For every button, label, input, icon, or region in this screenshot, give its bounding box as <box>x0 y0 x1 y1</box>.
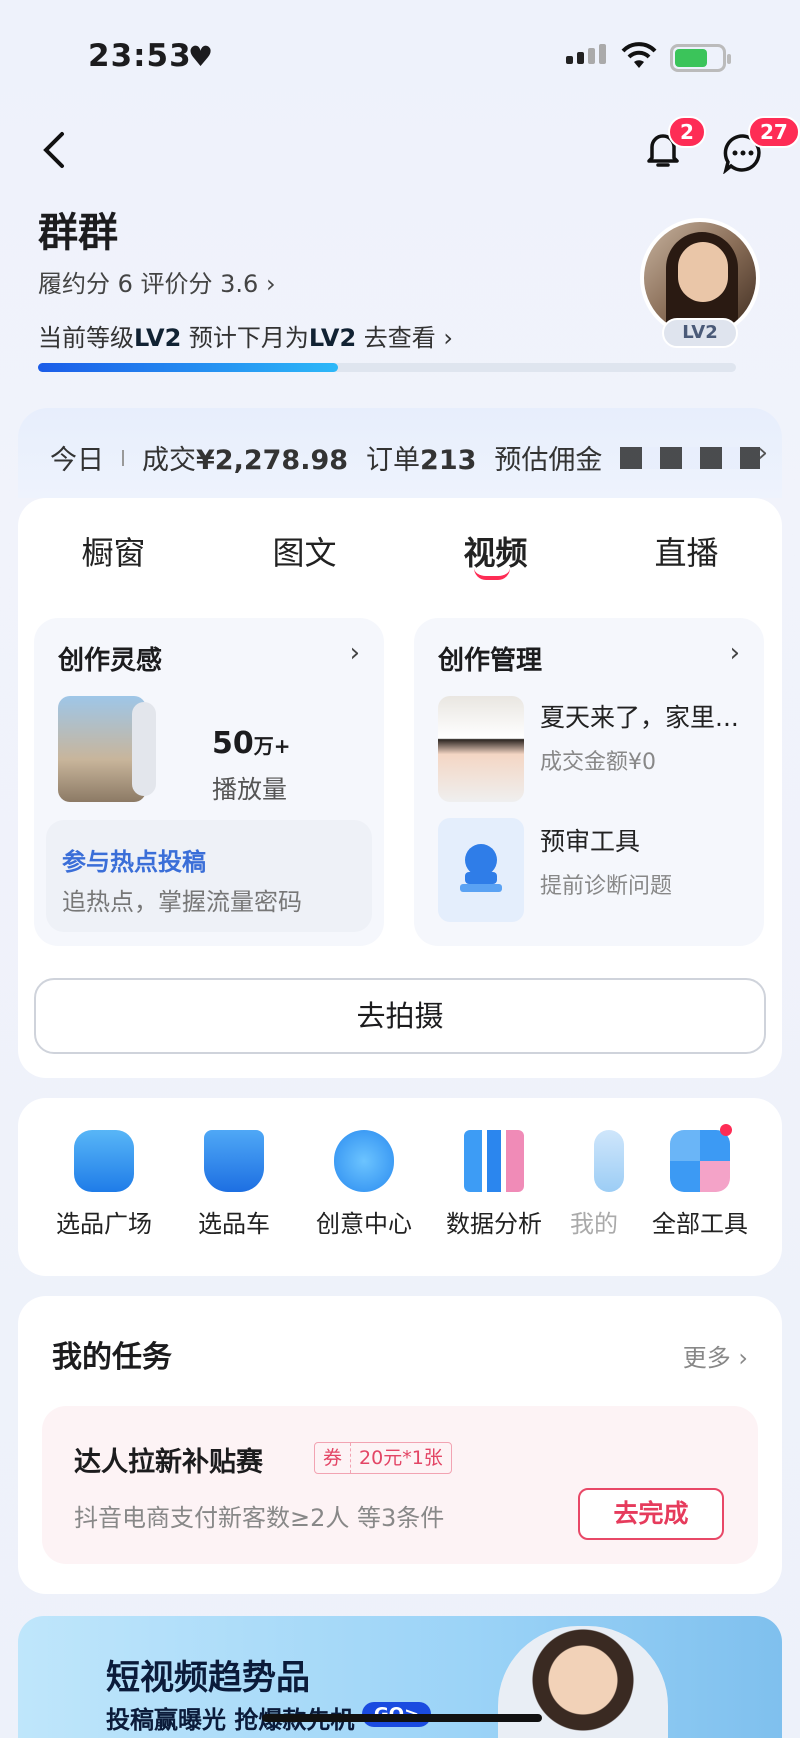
review-tool-desc: 提前诊断问题 <box>540 874 673 899</box>
clock: 23:53 <box>88 38 192 74</box>
video-title: 夏天来了，家里... <box>540 703 739 732</box>
tool-product-square[interactable]: 选品广场 <box>44 1130 164 1239</box>
tasks-title: 我的任务 <box>52 1340 172 1375</box>
review-tool-tile <box>438 818 524 922</box>
content-card: 橱窗 图文 视频 直播 创作灵感 › 50万+ 播放量 参与热点投稿 追热点，掌… <box>18 498 782 1078</box>
level-view-link: 去查看 › <box>356 324 454 352</box>
home-indicator <box>262 1714 542 1722</box>
grid-icon <box>670 1130 730 1192</box>
thumbnail-stack <box>132 702 156 796</box>
stamp-icon <box>460 844 502 892</box>
task-title: 达人拉新补贴赛 <box>74 1447 263 1478</box>
level-progress-fill <box>38 363 339 372</box>
stats-commission-label: 预估佣金 <box>494 445 603 476</box>
profile-name: 群群 <box>38 210 118 256</box>
battery-icon <box>670 44 731 72</box>
profile-scores-link[interactable]: 履约分 6 评价分 3.6 › <box>38 264 276 299</box>
bar-chart-icon <box>464 1130 524 1192</box>
plays-label: 播放量 <box>212 775 288 804</box>
heart-icon: ♥ <box>188 40 214 73</box>
coupon-tag: 券 20元*1张 <box>314 1442 452 1474</box>
chevron-right-icon: › <box>349 638 360 668</box>
notification-badge: 2 <box>668 116 706 148</box>
today-stats-bar[interactable]: 今日 成交¥2,278.98 订单213 预估佣金 › <box>18 408 782 498</box>
stats-orders: 订单213 <box>366 445 477 476</box>
redacted-value <box>620 446 761 469</box>
tool-creative-center[interactable]: 创意中心 <box>304 1130 424 1239</box>
avatar-level-badge: LV2 <box>662 318 738 348</box>
new-indicator-dot <box>720 1124 732 1136</box>
tab-image-text[interactable]: 图文 <box>209 528 400 574</box>
inspiration-title: 创作灵感 <box>58 646 163 676</box>
level-mid: 预计下月为 <box>181 324 309 352</box>
tools-row: 选品广场 选品车 创意中心 数据分析 我的 全部工具 <box>18 1098 782 1276</box>
cart-icon <box>204 1130 264 1192</box>
review-tool-title: 预审工具 <box>540 827 641 856</box>
video-sales: 成交金额¥0 <box>540 750 656 775</box>
tab-showcase[interactable]: 橱窗 <box>18 528 209 574</box>
shopping-bag-icon <box>74 1130 134 1192</box>
level-link[interactable]: 当前等级LV2 预计下月为LV2 去查看 › <box>38 318 453 353</box>
stats-today-label: 今日 <box>50 445 104 476</box>
level-prefix: 当前等级 <box>38 324 134 352</box>
tasks-more-link[interactable]: 更多 › <box>683 1338 748 1373</box>
task-item[interactable]: 达人拉新补贴赛 券 20元*1张 抖音电商支付新客数≥2人 等3条件 去完成 <box>42 1406 758 1564</box>
cellular-signal-icon <box>566 44 606 64</box>
banner-headline: 短视频趋势品 <box>106 1658 310 1698</box>
creation-tabs: 橱窗 图文 视频 直播 <box>18 528 782 574</box>
hot-topic-desc: 追热点，掌握流量密码 <box>62 888 302 916</box>
chevron-left-icon <box>43 132 64 168</box>
lightbulb-icon <box>334 1130 394 1192</box>
status-bar: 23:53 ♥ <box>0 0 800 115</box>
chevron-right-icon: › <box>757 438 768 468</box>
document-icon <box>594 1130 624 1192</box>
back-button[interactable] <box>40 130 66 181</box>
tool-mine[interactable]: 我的 <box>554 1130 634 1239</box>
tool-all-tools[interactable]: 全部工具 <box>640 1130 760 1239</box>
task-complete-button[interactable]: 去完成 <box>578 1488 724 1540</box>
active-tab-indicator <box>474 568 510 580</box>
wifi-icon <box>621 42 657 68</box>
level-progress-bar <box>38 363 736 372</box>
divider <box>122 449 124 466</box>
inspiration-card[interactable]: 创作灵感 › 50万+ 播放量 参与热点投稿 追热点，掌握流量密码 <box>34 618 384 946</box>
chevron-right-icon: › <box>729 638 740 668</box>
my-tasks-card: 我的任务 更多 › 达人拉新补贴赛 券 20元*1张 抖音电商支付新客数≥2人 等… <box>18 1296 782 1594</box>
hot-topic-entry[interactable]: 参与热点投稿 追热点，掌握流量密码 <box>46 820 372 932</box>
tab-live[interactable]: 直播 <box>591 528 782 574</box>
tool-product-cart[interactable]: 选品车 <box>174 1130 294 1239</box>
level-current: LV2 <box>134 324 182 352</box>
plays-count: 50万+ <box>212 726 291 761</box>
video-thumbnail <box>438 696 524 802</box>
stats-deal: 成交¥2,278.98 <box>142 445 349 476</box>
management-card[interactable]: 创作管理 › 夏天来了，家里... 成交金额¥0 预审工具 提前诊断问题 <box>414 618 764 946</box>
tool-data-analysis[interactable]: 数据分析 <box>434 1130 554 1239</box>
task-desc: 抖音电商支付新客数≥2人 等3条件 <box>74 1504 445 1532</box>
management-title: 创作管理 <box>438 646 543 676</box>
level-next: LV2 <box>308 324 357 352</box>
hot-topic-title: 参与热点投稿 <box>62 848 206 876</box>
messages-badge: 27 <box>748 116 800 148</box>
go-shoot-button[interactable]: 去拍摄 <box>34 978 766 1054</box>
